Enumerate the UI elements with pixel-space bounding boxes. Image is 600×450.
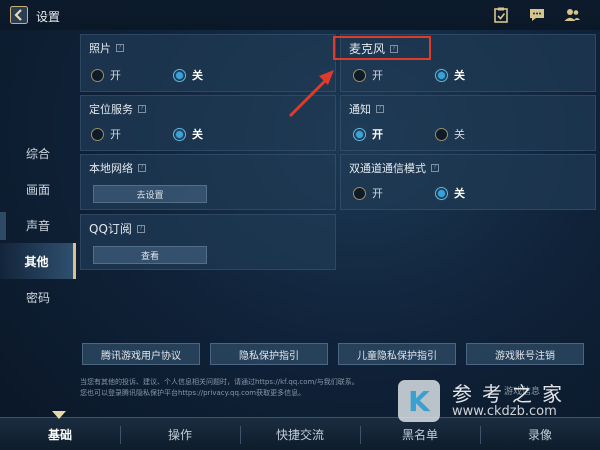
radio-selected-icon [435, 68, 448, 82]
option-label: 开 [372, 187, 383, 200]
notify-title: 通知 ? [349, 101, 384, 117]
account-deletion-button[interactable]: 游戏账号注销 [466, 343, 584, 365]
option-label: 关 [454, 187, 465, 200]
sidebar-edge-handle [0, 212, 6, 240]
clipboard-check-icon[interactable] [492, 6, 510, 24]
back-arrow-icon [10, 6, 28, 24]
watermark-logo-letter: K [408, 384, 430, 418]
location-off-option[interactable]: 关 [173, 126, 203, 142]
notify-off-option[interactable]: 关 [435, 126, 465, 142]
location-title: 定位服务 ? [89, 101, 146, 117]
location-on-option[interactable]: 开 [91, 126, 121, 142]
sidebar-item-password[interactable]: 密码 [0, 279, 76, 315]
option-label: 开 [372, 128, 383, 141]
settings-sidebar: 综合 画面 声音 其他 密码 [0, 135, 76, 325]
sidebar-item-label: 画面 [25, 182, 50, 197]
local-network-title: 本地网络 ? [89, 160, 146, 176]
location-label: 定位服务 [89, 103, 133, 116]
user-agreement-button[interactable]: 腾讯游戏用户协议 [82, 343, 200, 365]
mic-on-option[interactable]: 开 [353, 67, 383, 83]
radio-icon [435, 127, 448, 141]
mic-off-option[interactable]: 关 [435, 67, 465, 83]
footer-contact-text: 当您有其他的投诉、建议、个人信息相关问题时，请通过https://kf.qq.c… [80, 378, 359, 386]
option-label: 开 [110, 128, 121, 141]
option-label: 关 [454, 128, 465, 141]
help-icon[interactable]: ? [136, 224, 145, 233]
privacy-guide-button[interactable]: 隐私保护指引 [210, 343, 328, 365]
option-label: 关 [454, 69, 465, 82]
sidebar-item-sound[interactable]: 声音 [0, 207, 76, 243]
help-icon[interactable]: ? [116, 44, 124, 52]
photo-off-option[interactable]: 关 [173, 67, 203, 83]
photo-title: 照片 ? [89, 40, 124, 56]
option-label: 关 [192, 128, 203, 141]
back-button[interactable] [8, 5, 30, 25]
photo-label: 照片 [89, 42, 111, 55]
watermark-site-name: 参考之家 [452, 382, 572, 406]
notify-on-option[interactable]: 开 [353, 126, 383, 142]
qq-subscription-title: QQ订阅 ? [89, 220, 145, 237]
sidebar-item-label: 综合 [25, 146, 50, 161]
highlight-box [333, 36, 431, 60]
radio-selected-icon [173, 68, 186, 82]
bottom-tab-bar: 基础 操作 快捷交流 黑名单 录像 [0, 417, 600, 450]
tab-controls[interactable]: 操作 [120, 418, 240, 450]
sidebar-item-display[interactable]: 画面 [0, 171, 76, 207]
help-icon[interactable]: ? [138, 164, 146, 172]
sidebar-item-label: 其他 [24, 254, 49, 269]
option-label: 关 [192, 69, 203, 82]
watermark-logo: K [398, 380, 440, 422]
option-label: 开 [372, 69, 383, 82]
radio-icon [353, 186, 366, 200]
active-tab-indicator-icon [52, 411, 66, 419]
local-network-panel: 本地网络 ? 去设置 [80, 154, 336, 210]
view-button[interactable]: 查看 [93, 246, 207, 264]
friends-icon[interactable] [563, 6, 581, 24]
qq-subscription-panel: QQ订阅 ? 查看 [80, 214, 336, 270]
dual-channel-title: 双通道通信模式 ? [349, 160, 439, 176]
dual-channel-on-option[interactable]: 开 [353, 185, 383, 201]
photo-on-option[interactable]: 开 [91, 67, 121, 83]
page-title: 设置 [36, 10, 61, 24]
help-icon[interactable]: ? [376, 105, 384, 113]
footer-privacy-text: 您也可以登录腾讯隐私保护平台https://privacy.qq.com获取更多… [80, 389, 306, 397]
go-settings-button[interactable]: 去设置 [93, 185, 207, 203]
annotation-arrow-icon [288, 70, 334, 118]
option-label: 开 [110, 69, 121, 82]
dual-channel-panel: 双通道通信模式 ? 开 关 [340, 154, 596, 210]
chat-bubble-icon[interactable] [528, 6, 546, 24]
dual-channel-label: 双通道通信模式 [349, 162, 426, 175]
radio-selected-icon [435, 186, 448, 200]
radio-icon [91, 127, 104, 141]
watermark-site-url: www.ckdzb.com [452, 404, 557, 419]
local-network-label: 本地网络 [89, 162, 133, 175]
dual-channel-off-option[interactable]: 关 [435, 185, 465, 201]
tab-blacklist[interactable]: 黑名单 [360, 418, 480, 450]
radio-icon [353, 68, 366, 82]
tab-quick-chat[interactable]: 快捷交流 [240, 418, 360, 450]
help-icon[interactable]: ? [138, 105, 146, 113]
qq-subscription-label: QQ订阅 [89, 222, 132, 236]
sidebar-item-other[interactable]: 其他 [0, 243, 76, 279]
tab-replay[interactable]: 录像 [480, 418, 600, 450]
child-privacy-guide-button[interactable]: 儿童隐私保护指引 [338, 343, 456, 365]
sidebar-item-general[interactable]: 综合 [0, 135, 76, 171]
help-icon[interactable]: ? [431, 164, 439, 172]
notification-panel: 通知 ? 开 关 [340, 95, 596, 151]
tab-basic[interactable]: 基础 [0, 418, 120, 450]
radio-selected-icon [173, 127, 186, 141]
sidebar-item-label: 声音 [25, 218, 50, 233]
sidebar-item-label: 密码 [25, 290, 50, 305]
notify-label: 通知 [349, 103, 371, 116]
radio-selected-icon [353, 127, 366, 141]
top-bar: 设置 [0, 0, 600, 30]
radio-icon [91, 68, 104, 82]
